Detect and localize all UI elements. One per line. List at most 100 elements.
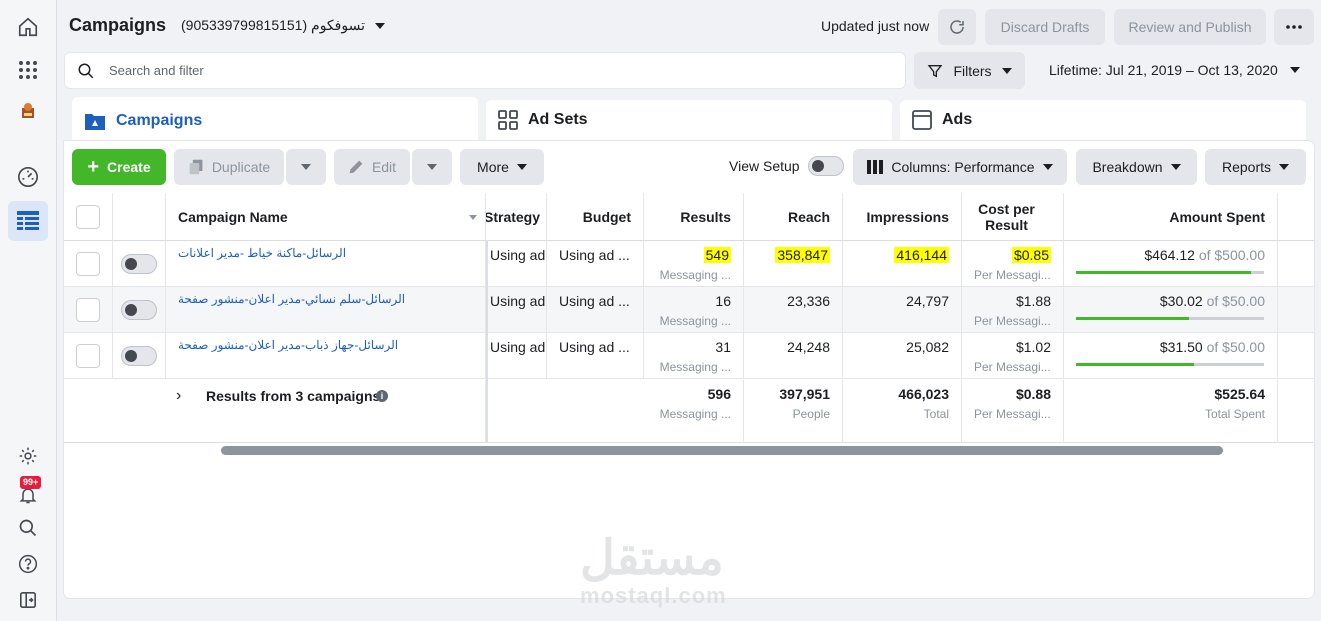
column-header-impressions[interactable]: Impressions (843, 193, 962, 241)
ad-window-icon (912, 110, 932, 130)
cpr-cell: $1.88 Per Messagi... (962, 287, 1064, 333)
refresh-icon (950, 20, 964, 34)
chevron-down-icon (374, 22, 385, 29)
campaign-on-off-toggle[interactable] (121, 300, 157, 320)
date-range-selector[interactable]: Lifetime: Jul 21, 2019 – Oct 13, 2020 (1049, 62, 1300, 78)
search-input[interactable] (109, 63, 809, 78)
panel-toggle-icon[interactable] (14, 586, 42, 614)
watermark-latin: mostaql.com (580, 583, 727, 608)
page-title: Campaigns (69, 15, 167, 35)
totals-cpr: $0.88 (1015, 386, 1051, 402)
strategy-cell: Using ad s... (486, 333, 547, 379)
table-row[interactable]: الرسائل-سلم نسائي-مدير اعلان-منشور صفحة … (64, 287, 1314, 333)
tab-ad-sets[interactable]: Ad Sets (486, 100, 892, 140)
tab-ad-sets-label: Ad Sets (528, 111, 588, 128)
account-selector[interactable]: تسوفكوم (905339799815151) (181, 17, 385, 34)
campaign-on-off-toggle[interactable] (121, 346, 157, 366)
impressions-value: 416,144 (894, 247, 949, 263)
column-header-cost-per-result[interactable]: Cost per Result (962, 193, 1064, 241)
chevron-down-icon (1170, 164, 1181, 170)
account-avatar-icon[interactable] (14, 97, 42, 125)
discard-drafts-button[interactable]: Discard Drafts (985, 9, 1105, 45)
tab-ads[interactable]: Ads (900, 100, 1306, 140)
campaign-name-link[interactable]: الرسائل-جهاز ذباب-مدير اعلان-منشور صفحة (178, 338, 398, 352)
strategy-cell: Using ad s... (486, 241, 547, 287)
reach-header-label: Reach (787, 208, 830, 225)
ads-manager-table-icon[interactable] (14, 207, 42, 235)
spent-amount: $30.02 (1159, 293, 1203, 309)
expand-chevron-icon[interactable]: › (176, 387, 181, 405)
more-options-button[interactable] (1274, 9, 1314, 45)
reach-cell: 358,847 (744, 241, 843, 287)
table-row[interactable]: الرسائل-جهاز ذباب-مدير اعلان-منشور صفحة … (64, 333, 1314, 379)
filters-button[interactable]: Filters (914, 52, 1025, 89)
columns-icon (867, 160, 884, 174)
edit-button[interactable]: Edit (334, 149, 410, 185)
spend-progress-bar (1076, 363, 1264, 366)
table-row[interactable]: الرسائل-ماكنة خياط -مدير اعلانات Using a… (64, 241, 1314, 287)
refresh-button[interactable] (938, 9, 976, 45)
column-header-reach[interactable]: Reach (744, 193, 843, 241)
duplicate-dropdown-button[interactable] (286, 149, 326, 185)
view-setup-label: View Setup (729, 158, 800, 174)
campaign-name-link[interactable]: الرسائل-سلم نسائي-مدير اعلان-منشور صفحة (178, 292, 405, 306)
horizontal-scrollbar[interactable] (221, 446, 1223, 455)
results-value: 16 (715, 293, 731, 309)
reach-value: 24,248 (787, 339, 830, 355)
date-range-label: Lifetime: Jul 21, 2019 – Oct 13, 2020 (1049, 62, 1278, 78)
strategy-header-label: Strategy (486, 208, 541, 225)
row-checkbox[interactable] (76, 344, 100, 368)
totals-row: › Results from 3 campaigns i 596 Messagi… (64, 380, 1314, 443)
info-icon[interactable]: i (376, 390, 388, 402)
row-checkbox[interactable] (76, 298, 100, 322)
campaign-name-cell: الرسائل-ماكنة خياط -مدير اعلانات (166, 241, 486, 287)
totals-results-sub: Messaging ... (659, 407, 731, 421)
column-header-strategy[interactable]: Strategy (486, 193, 547, 241)
cpr-cell: $0.85 Per Messagi... (962, 241, 1064, 287)
view-setup-toggle[interactable] (808, 156, 844, 176)
results-value: 31 (715, 339, 731, 355)
campaign-name-link[interactable]: الرسائل-ماكنة خياط -مدير اعلانات (178, 246, 346, 260)
reach-value: 358,847 (775, 247, 830, 263)
edit-dropdown-button[interactable] (412, 149, 452, 185)
cpr-sub: Per Messagi... (974, 268, 1051, 282)
duplicate-button[interactable]: Duplicate (174, 149, 284, 185)
reach-cell: 23,336 (744, 287, 843, 333)
review-publish-button[interactable]: Review and Publish (1114, 9, 1266, 45)
cpr-header-line1: Cost per (978, 200, 1035, 217)
totals-label-cell: › Results from 3 campaigns i (166, 380, 486, 443)
chevron-down-icon (1001, 67, 1012, 74)
search-icon[interactable] (14, 514, 42, 542)
dashboard-gauge-icon[interactable] (14, 163, 42, 191)
campaign-on-off-toggle[interactable] (121, 254, 157, 274)
tab-campaigns[interactable]: Campaigns (72, 97, 478, 145)
search-bar[interactable] (64, 52, 906, 89)
impressions-value: 25,082 (906, 339, 949, 355)
column-header-budget[interactable]: Budget (547, 193, 644, 241)
apps-grid-icon[interactable] (14, 56, 42, 84)
create-button[interactable]: + Create (72, 149, 166, 185)
select-all-header (64, 193, 113, 241)
cpr-header-line2: Result (985, 216, 1028, 233)
row-checkbox[interactable] (76, 252, 100, 276)
amount-spent-header-label: Amount Spent (1169, 208, 1265, 225)
more-button[interactable]: More (460, 149, 544, 185)
strategy-value: Using ad s... (490, 293, 546, 309)
impressions-cell: 25,082 (843, 333, 962, 379)
results-cell: 31 Messaging ... (644, 333, 744, 379)
column-header-results[interactable]: Results (644, 193, 744, 241)
breakdown-button[interactable]: Breakdown (1076, 149, 1197, 185)
settings-gear-icon[interactable] (14, 442, 42, 470)
filters-label: Filters (953, 62, 992, 79)
totals-reach: 397,951 (779, 386, 830, 402)
help-icon[interactable] (14, 550, 42, 578)
budget-cell: Using ad ... (547, 287, 644, 333)
select-all-checkbox[interactable] (76, 205, 100, 229)
column-header-campaign-name[interactable]: Campaign Name (166, 193, 486, 241)
columns-button[interactable]: Columns: Performance (853, 149, 1067, 185)
strategy-value: Using ad s... (490, 339, 546, 355)
reports-button[interactable]: Reports (1205, 149, 1306, 185)
home-icon[interactable] (14, 13, 42, 41)
column-header-amount-spent[interactable]: Amount Spent (1064, 193, 1278, 241)
top-bar: Campaigns تسوفكوم (905339799815151) Upda… (57, 0, 1321, 52)
